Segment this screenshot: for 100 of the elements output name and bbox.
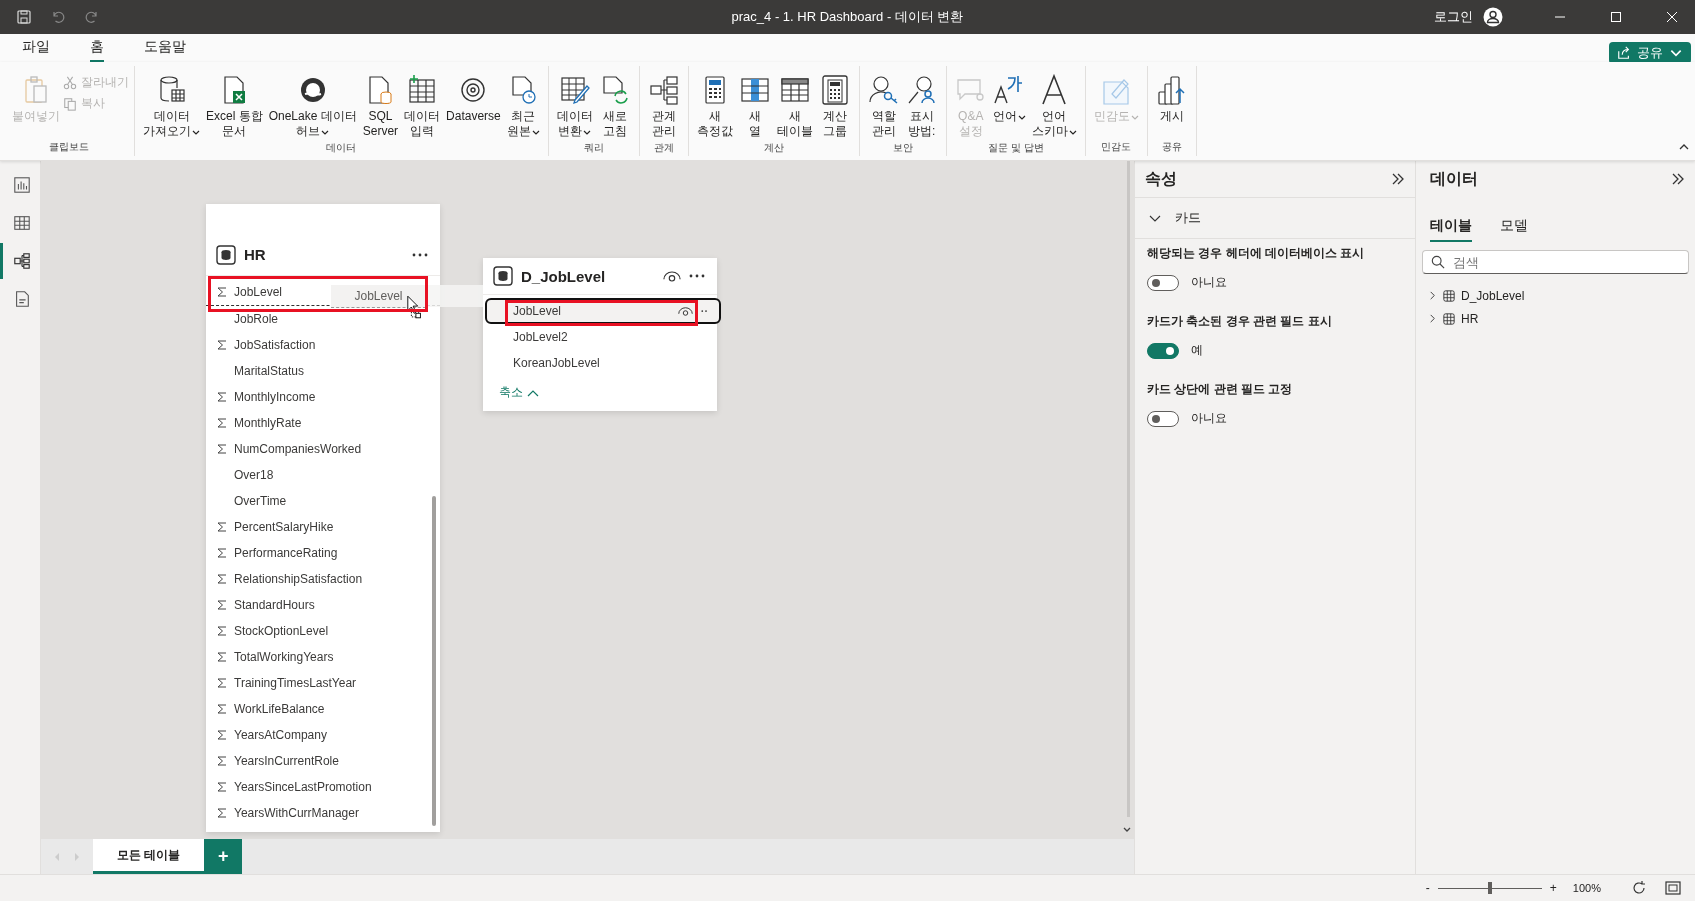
fit-to-screen-icon[interactable]	[1665, 880, 1681, 896]
chevron-icon	[1428, 314, 1437, 323]
zoom-out-button[interactable]: -	[1425, 881, 1430, 895]
pane-tab[interactable]: 모델	[1500, 217, 1528, 242]
caret-icon	[527, 388, 539, 397]
sign-in-link[interactable]: 로그인	[1434, 8, 1473, 26]
ribbon-button[interactable]: Excel 통합 문서	[203, 72, 266, 141]
field-row[interactable]: PerformanceRating	[206, 540, 440, 566]
table-tree-item[interactable]: HR	[1420, 307, 1695, 330]
field-row[interactable]: OverTime	[206, 488, 440, 514]
collapse-link[interactable]: 축소	[499, 384, 539, 401]
field-row[interactable]: TotalWorkingYears	[206, 644, 440, 670]
ribbon-button[interactable]: 새 열	[735, 72, 774, 141]
ribbon-button[interactable]: 언어	[989, 72, 1029, 126]
ribbon-button[interactable]: 표시 방법:	[902, 72, 941, 141]
ribbon-button[interactable]: 새 테이블	[773, 72, 816, 141]
roles-icon	[867, 74, 900, 106]
field-row[interactable]: YearsWithCurrManager	[206, 800, 440, 826]
user-avatar-icon[interactable]	[1483, 7, 1503, 27]
ribbon-group-label: 계산	[763, 141, 784, 155]
menu-tab[interactable]: 도움말	[144, 34, 186, 62]
toggle-switch[interactable]	[1147, 342, 1179, 359]
sigma-icon	[216, 443, 228, 455]
zoom-in-button[interactable]: +	[1549, 881, 1557, 895]
sigma-icon	[216, 599, 228, 611]
sigma-icon	[216, 729, 228, 741]
ribbon-group-label: 보안	[892, 141, 913, 155]
field-row[interactable]: RelationshipSatisfaction	[206, 566, 440, 592]
collapse-ribbon-icon[interactable]	[1679, 142, 1689, 152]
table-icon	[12, 214, 31, 232]
search-icon	[1431, 255, 1445, 269]
table-icon	[493, 266, 513, 286]
table-icon	[1443, 289, 1455, 302]
redo-icon[interactable]	[84, 9, 100, 25]
transform-icon	[558, 74, 591, 106]
setting-label: 카드 상단에 관련 필드 고정	[1147, 381, 1294, 398]
pane-tab[interactable]: 테이블	[1430, 217, 1472, 242]
ribbon-button[interactable]: SQL Server	[359, 72, 402, 141]
more-options-icon[interactable]	[689, 274, 705, 278]
ribbon-button[interactable]: 관계 관리	[644, 72, 683, 141]
add-tab-button[interactable]: +	[204, 839, 243, 874]
field-row[interactable]: YearsAtCompany	[206, 722, 440, 748]
scrollbar[interactable]	[432, 496, 436, 826]
ribbon-button[interactable]: 새 측정값	[693, 72, 736, 141]
ribbon-button[interactable]: Dataverse	[443, 72, 504, 126]
undo-icon[interactable]	[50, 9, 66, 25]
pane-title: 데이터	[1430, 168, 1479, 189]
toggle-switch[interactable]	[1147, 274, 1179, 291]
table-tree-item[interactable]: D_JobLevel	[1420, 284, 1695, 307]
eye-icon[interactable]	[678, 305, 693, 317]
field-row[interactable]: Over18	[206, 462, 440, 488]
ribbon-button[interactable]: 데이터 변환	[553, 72, 596, 141]
ribbon-button[interactable]: 언어 스키마	[1028, 72, 1080, 141]
toggle-switch[interactable]	[1147, 410, 1179, 427]
ribbon-button[interactable]: 최근 원본	[503, 72, 543, 141]
table-icon	[216, 244, 236, 265]
field-row[interactable]: KoreanJobLevel	[483, 350, 717, 376]
more-options-icon[interactable]	[412, 252, 428, 257]
ribbon-button[interactable]: OneLake 데이터 허브	[265, 72, 360, 141]
field-row[interactable]: MonthlyRate	[206, 410, 440, 436]
table-card[interactable]	[206, 204, 440, 832]
share-button[interactable]: 공유	[1609, 42, 1691, 64]
menu-tab[interactable]: 파일	[22, 34, 50, 62]
ribbon-button[interactable]: 역할 관리	[864, 72, 903, 141]
field-row[interactable]: StandardHours	[206, 592, 440, 618]
field-row[interactable]: MaritalStatus	[206, 358, 440, 384]
field-row[interactable]: NumCompaniesWorked	[206, 436, 440, 462]
sigma-icon	[216, 677, 228, 689]
eye-icon[interactable]	[663, 269, 681, 283]
field-row[interactable]: StockOptionLevel	[206, 618, 440, 644]
section-header[interactable]: 카드	[1149, 209, 1201, 227]
sigma-icon	[216, 547, 228, 559]
search-field[interactable]: 검색	[1422, 250, 1689, 274]
field-row[interactable]: MonthlyIncome	[206, 384, 440, 410]
sigma-icon	[216, 781, 228, 793]
field-row[interactable]: YearsInCurrentRole	[206, 748, 440, 774]
sigma-icon	[216, 651, 228, 663]
table-icon	[1443, 312, 1455, 325]
copy-icon	[63, 96, 77, 111]
ribbon-button[interactable]: 계산 그룹	[815, 72, 854, 141]
field-row[interactable]: JobLevel2	[483, 324, 717, 350]
ribbon-button[interactable]: 새로 고침	[595, 72, 634, 141]
ribbon-button[interactable]: 데이터 입력	[401, 72, 444, 141]
save-icon[interactable]	[16, 9, 32, 25]
field-row[interactable]: TrainingTimesLastYear	[206, 670, 440, 696]
ribbon-button[interactable]: 게시	[1152, 72, 1191, 126]
field-row[interactable]: JobSatisfaction	[206, 332, 440, 358]
field-row[interactable]: WorkLifeBalance	[206, 696, 440, 722]
field-row[interactable]: PercentSalaryHike	[206, 514, 440, 540]
ribbon-button[interactable]: 데이터 가져오기	[140, 72, 203, 141]
reset-icon[interactable]	[1631, 880, 1647, 896]
collapse-pane-icon[interactable]	[1391, 173, 1405, 185]
model-icon	[12, 252, 31, 270]
card-title: HR	[244, 246, 267, 263]
sigma-icon	[216, 339, 228, 351]
page-tab[interactable]: 모든 테이블	[93, 839, 205, 874]
sigma-icon	[216, 391, 228, 403]
sigma-icon	[216, 286, 228, 298]
field-row[interactable]: YearsSinceLastPromotion	[206, 774, 440, 800]
collapse-pane-icon[interactable]	[1671, 173, 1685, 185]
